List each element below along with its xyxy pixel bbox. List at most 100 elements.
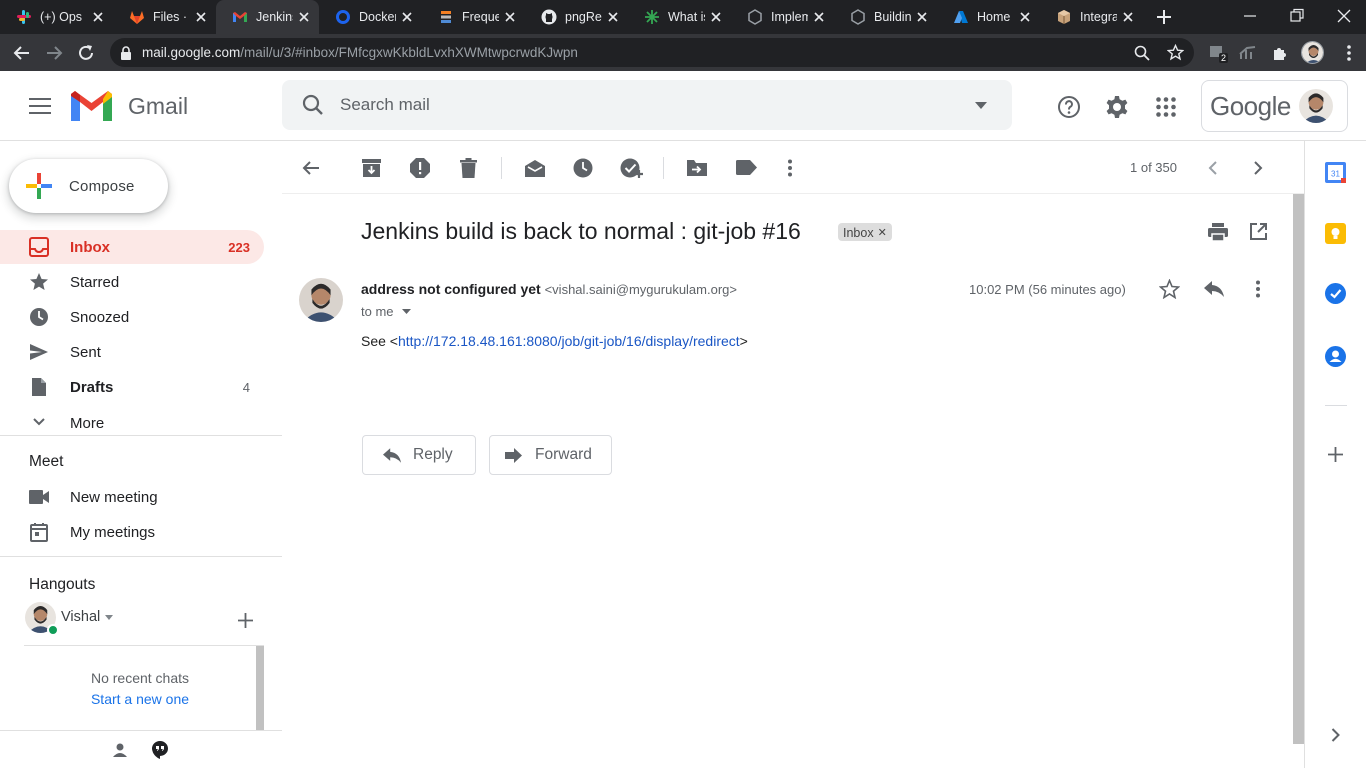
browser-tab[interactable]: Buildin — [834, 0, 937, 34]
browser-tab[interactable]: Implem — [731, 0, 834, 34]
search-placeholder[interactable]: Search mail — [340, 95, 975, 115]
mark-unread-icon[interactable] — [525, 159, 545, 177]
browser-tab[interactable]: Home — [937, 0, 1040, 34]
reply-button[interactable]: Reply — [362, 435, 476, 475]
close-icon[interactable] — [812, 10, 826, 24]
sender-name[interactable]: address not configured yet — [361, 281, 541, 297]
close-icon[interactable] — [1121, 10, 1135, 24]
puzzle-extensions-icon[interactable] — [1271, 44, 1289, 62]
browser-tab[interactable]: Freque — [422, 0, 525, 34]
meet-new-meeting[interactable]: New meeting — [0, 480, 264, 514]
delete-trash-icon[interactable] — [460, 158, 477, 178]
sidebar-item-sent[interactable]: Sent — [0, 335, 264, 369]
extension-badge-button[interactable]: 2 — [1209, 43, 1229, 63]
older-chevron-right-icon[interactable] — [1253, 161, 1263, 175]
contacts-app-icon[interactable] — [1325, 346, 1346, 367]
sidebar-item-snoozed[interactable]: Snoozed — [0, 300, 264, 334]
minimize-icon[interactable] — [1242, 8, 1258, 24]
search-options-caret-icon[interactable] — [975, 101, 987, 109]
browser-tab[interactable]: (+) Ops — [0, 0, 113, 34]
inbox-label-chip[interactable]: Inbox ✕ — [838, 223, 892, 241]
sidebar-item-drafts[interactable]: Drafts 4 — [0, 370, 264, 404]
forward-label: Forward — [535, 446, 592, 463]
hamburger-menu-icon[interactable] — [29, 97, 51, 115]
restore-icon[interactable] — [1289, 8, 1305, 24]
browser-tab[interactable]: Integra — [1040, 0, 1143, 34]
settings-gear-icon[interactable] — [1105, 95, 1129, 119]
build-link[interactable]: http://172.18.48.161:8080/job/git-job/16… — [398, 333, 740, 349]
add-chat-plus-icon[interactable] — [238, 613, 253, 628]
close-icon[interactable] — [503, 10, 517, 24]
browser-tab[interactable]: pngRep — [525, 0, 628, 34]
close-icon[interactable] — [194, 10, 208, 24]
hangouts-user-name[interactable]: Vishal — [61, 609, 100, 625]
hangouts-scrollbar[interactable] — [256, 646, 264, 730]
hangouts-chat-icon[interactable] — [151, 740, 169, 760]
back-arrow-icon[interactable] — [12, 43, 32, 63]
search-icon[interactable] — [302, 94, 324, 116]
gmail-logo-text[interactable]: Gmail — [128, 93, 188, 120]
message-scrollbar[interactable] — [1293, 194, 1304, 744]
reply-arrow-icon[interactable] — [1204, 281, 1224, 297]
close-icon[interactable] — [400, 10, 414, 24]
recipient-details-caret-icon[interactable] — [401, 309, 411, 314]
remove-label-icon[interactable]: ✕ — [878, 226, 887, 239]
snooze-clock-icon[interactable] — [573, 158, 593, 178]
recipient-line[interactable]: to me — [361, 304, 411, 319]
sender-avatar[interactable] — [299, 278, 343, 322]
reload-icon[interactable] — [76, 43, 96, 63]
gmail-logo-icon[interactable] — [71, 90, 112, 121]
browser-tab[interactable]: Files · v — [113, 0, 216, 34]
browser-tab[interactable]: Docker — [319, 0, 422, 34]
profile-avatar[interactable] — [1301, 41, 1324, 64]
star-message-icon[interactable] — [1159, 279, 1180, 299]
close-icon[interactable] — [709, 10, 723, 24]
close-icon[interactable] — [1018, 10, 1032, 24]
new-tab-icon[interactable] — [1155, 8, 1173, 26]
browser-tab[interactable]: What is — [628, 0, 731, 34]
tasks-app-icon[interactable] — [1325, 283, 1346, 304]
move-to-folder-icon[interactable] — [687, 159, 707, 176]
open-in-new-window-icon[interactable] — [1250, 223, 1267, 240]
close-icon[interactable] — [606, 10, 620, 24]
print-icon[interactable] — [1208, 223, 1228, 241]
sidebar-item-inbox[interactable]: Inbox 223 — [0, 230, 264, 264]
start-new-chat-link[interactable]: Start a new one — [24, 691, 256, 707]
more-options-icon[interactable] — [787, 159, 793, 177]
calendar-app-icon[interactable]: 31 — [1325, 161, 1346, 183]
close-icon[interactable] — [297, 10, 311, 24]
add-addon-plus-icon[interactable] — [1328, 447, 1343, 462]
chart-extension-icon[interactable] — [1239, 44, 1257, 62]
apps-grid-icon[interactable] — [1156, 97, 1176, 117]
forward-arrow-icon[interactable] — [44, 43, 64, 63]
bookmark-star-icon[interactable] — [1167, 44, 1184, 61]
status-caret-icon[interactable] — [105, 615, 113, 620]
forward-button[interactable]: Forward — [489, 435, 612, 475]
google-account-button[interactable]: Google — [1201, 80, 1348, 132]
add-to-tasks-icon[interactable] — [620, 157, 644, 179]
meet-my-meetings[interactable]: My meetings — [0, 515, 264, 549]
search-bar[interactable]: Search mail — [282, 80, 1012, 130]
browser-tab-active[interactable]: Jenkins — [216, 0, 319, 34]
lock-icon[interactable] — [120, 45, 132, 60]
address-bar[interactable]: mail.google.com/mail/u/3/#inbox/FMfcgxwK… — [110, 38, 1194, 67]
compose-button[interactable]: Compose — [9, 159, 168, 213]
zoom-icon[interactable] — [1134, 45, 1150, 61]
keep-app-icon[interactable] — [1325, 223, 1346, 244]
label-tag-icon[interactable] — [736, 160, 757, 175]
newer-chevron-left-icon[interactable] — [1208, 161, 1218, 175]
sidebar-item-starred[interactable]: Starred — [0, 265, 264, 299]
message-more-options-icon[interactable] — [1255, 280, 1261, 298]
window-close-icon[interactable] — [1336, 8, 1352, 24]
report-spam-icon[interactable] — [410, 158, 430, 178]
kebab-menu-icon[interactable] — [1340, 44, 1358, 62]
close-icon[interactable] — [91, 10, 105, 24]
tab-title: pngRep — [565, 10, 602, 24]
back-to-inbox-icon[interactable] — [302, 160, 320, 176]
close-icon[interactable] — [915, 10, 929, 24]
help-icon[interactable] — [1057, 95, 1081, 119]
contacts-person-icon[interactable] — [112, 742, 128, 758]
expand-panel-chevron-icon[interactable] — [1331, 728, 1340, 742]
archive-icon[interactable] — [362, 159, 381, 177]
tab-title: (+) Ops — [40, 10, 83, 24]
